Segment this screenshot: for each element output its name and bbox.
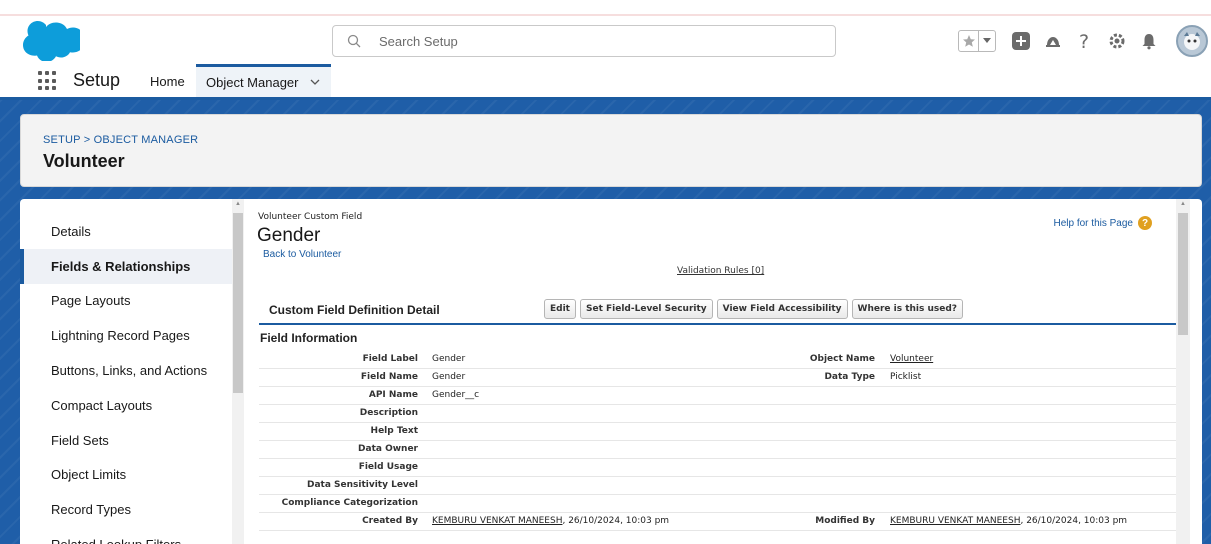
svg-text:?: ? [1079,31,1089,51]
tab-object-manager-label: Object Manager [206,74,299,90]
trailhead-guidance-icon[interactable] [1042,30,1064,52]
field-info-table: Field Label Gender Object Name Volunteer… [259,351,1178,531]
row-label: Description [359,408,418,418]
content-scrollbar[interactable]: ▲ [1176,199,1190,544]
sidebar-scrollbar[interactable]: ▲ [232,199,244,544]
row-label-right: Object Name [809,354,875,364]
sidebar: Details Fields & Relationships Page Layo… [20,214,232,544]
row-value-right: Picklist [890,372,922,382]
favorites-dropdown-icon[interactable] [979,31,995,51]
sidebar-scroll-thumb[interactable] [233,213,243,393]
table-row: Field Name Gender Data Type Picklist [259,369,1178,387]
help-link-label: Help for this Page [1053,217,1134,229]
row-value-right: KEMBURU VENKAT MANEESH, 26/10/2024, 10:0… [890,516,1127,526]
sidebar-item-details[interactable]: Details [20,214,232,249]
row-value: Gender [432,354,466,364]
modified-by-user-link[interactable]: KEMBURU VENKAT MANEESH [890,516,1020,526]
sidebar-item-record-types[interactable]: Record Types [20,492,232,527]
search-input[interactable] [379,33,779,49]
where-is-this-used-button[interactable]: Where is this used? [851,299,964,319]
favorites-group [958,30,996,52]
field-title: Gender [257,225,321,246]
page-title: Volunteer [43,151,125,171]
setup-gear-icon[interactable] [1106,30,1128,52]
chevron-down-icon[interactable] [309,76,321,88]
row-value: Gender [432,372,466,382]
tab-home[interactable]: Home [150,74,185,89]
row-value: Gender__c [432,390,480,400]
row-label: Field Usage [358,462,418,472]
top-border [0,0,1211,16]
favorites-star-icon[interactable] [959,31,979,51]
object-name-link[interactable]: Volunteer [890,354,933,364]
search-icon [347,34,361,48]
scroll-up-icon[interactable]: ▲ [235,201,241,207]
table-row: Data Owner [259,441,1178,459]
global-actions-plus-icon[interactable] [1010,30,1032,52]
row-value: KEMBURU VENKAT MANEESH, 26/10/2024, 10:0… [432,516,669,526]
edit-button[interactable]: Edit [544,299,576,319]
app-launcher-icon[interactable] [38,71,58,91]
table-row: Field Label Gender Object Name Volunteer [259,351,1178,369]
detail-buttons: Edit Set Field-Level Security View Field… [544,299,967,319]
help-question-circle-icon: ? [1138,216,1152,230]
tab-object-manager[interactable]: Object Manager [196,64,331,97]
sidebar-item-lightning-record-pages[interactable]: Lightning Record Pages [20,318,232,353]
notifications-bell-icon[interactable] [1138,30,1160,52]
row-label: Compliance Categorization [281,498,418,508]
sidebar-item-buttons-links-actions[interactable]: Buttons, Links, and Actions [20,353,232,388]
table-row: Help Text [259,423,1178,441]
row-label: Data Sensitivity Level [306,480,418,490]
row-label-right: Data Type [824,372,875,382]
avatar-character-icon [1184,32,1200,50]
row-label-right: Modified By [815,516,875,526]
global-header: ? [0,18,1211,64]
section-title: Field Information [260,331,358,345]
table-row: Compliance Categorization [259,495,1178,513]
view-field-accessibility-button[interactable]: View Field Accessibility [716,299,848,319]
table-row: Created By KEMBURU VENKAT MANEESH, 26/10… [259,513,1178,531]
row-label: Data Owner [358,444,418,454]
table-row: Description [259,405,1178,423]
set-field-level-security-button[interactable]: Set Field-Level Security [579,299,713,319]
created-by-user-link[interactable]: KEMBURU VENKAT MANEESH [432,516,562,526]
content-scroll-thumb[interactable] [1178,213,1188,335]
back-to-volunteer-link[interactable]: Back to Volunteer [263,249,341,260]
modified-date: , 26/10/2024, 10:03 pm [1020,516,1128,526]
sidebar-item-object-limits[interactable]: Object Limits [20,458,232,493]
app-navbar: Setup Home Object Manager [0,64,1211,100]
sidebar-item-related-lookup-filters[interactable]: Related Lookup Filters [20,527,232,544]
detail-header: Custom Field Definition Detail Edit Set … [259,297,1178,325]
sidebar-item-compact-layouts[interactable]: Compact Layouts [20,388,232,423]
table-row: API Name Gender__c [259,387,1178,405]
help-for-page-link[interactable]: Help for this Page ? [1053,216,1152,230]
row-label: API Name [368,390,418,400]
field-detail-content: Volunteer Custom Field Gender Back to Vo… [250,199,1178,544]
row-label: Created By [362,516,418,526]
app-name: Setup [73,70,121,90]
object-header-card: SETUP > OBJECT MANAGER Volunteer [20,114,1202,187]
row-label: Help Text [370,426,418,436]
help-question-icon[interactable]: ? [1074,30,1096,52]
detail-title: Custom Field Definition Detail [269,303,440,317]
breadcrumb[interactable]: SETUP > OBJECT MANAGER [43,134,198,146]
salesforce-logo-icon[interactable] [22,21,80,61]
row-label: Field Label [362,354,418,364]
user-avatar[interactable] [1176,25,1208,57]
main-card: Details Fields & Relationships Page Layo… [20,199,1202,544]
field-subtitle: Volunteer Custom Field [258,212,363,222]
sidebar-item-page-layouts[interactable]: Page Layouts [20,284,232,319]
table-row: Field Usage [259,459,1178,477]
sidebar-item-fields-relationships[interactable]: Fields & Relationships [20,248,232,284]
created-date: , 26/10/2024, 10:03 pm [562,516,670,526]
search-box[interactable] [332,25,836,57]
validation-rules-link[interactable]: Validation Rules [0] [677,266,764,276]
sidebar-item-field-sets[interactable]: Field Sets [20,423,232,458]
scroll-up-icon[interactable]: ▲ [1180,201,1186,207]
header-icons: ? [958,24,1208,58]
table-row: Data Sensitivity Level [259,477,1178,495]
row-label: Field Name [360,372,418,382]
